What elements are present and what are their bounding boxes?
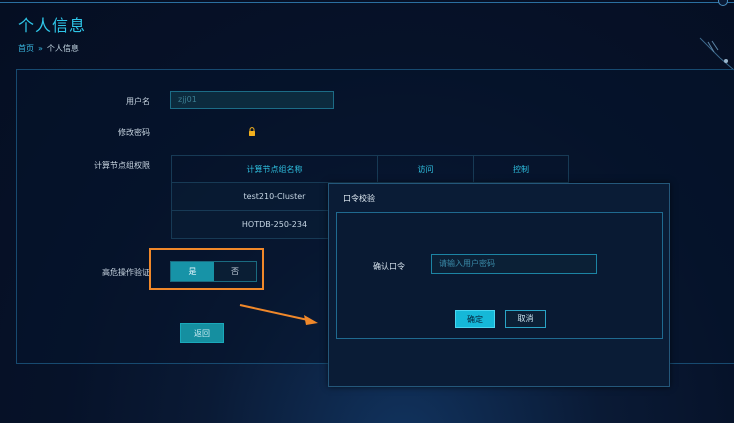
confirm-password-label: 确认口令: [373, 262, 405, 271]
back-button[interactable]: 返回: [180, 323, 224, 343]
lock-icon[interactable]: [248, 127, 256, 136]
username-input[interactable]: zjj01: [170, 91, 334, 109]
perm-label: 计算节点组权限: [94, 161, 150, 170]
high-risk-verify-label: 高危操作验证: [102, 268, 150, 277]
dialog-title: 口令校验: [343, 194, 375, 203]
page-title: 个人信息: [18, 16, 87, 35]
dialog-body: 确认口令 请输入用户密码 确定 取消: [336, 212, 663, 339]
table-header-row: 计算节点组名称 访问 控制: [171, 155, 569, 183]
change-password-label: 修改密码: [118, 128, 150, 137]
cancel-button[interactable]: 取消: [505, 310, 546, 328]
table-header: 访问: [377, 155, 474, 183]
table-header: 控制: [473, 155, 569, 183]
breadcrumb-current: 个人信息: [46, 44, 79, 53]
window-knob-icon: [718, 0, 728, 6]
top-border: [0, 0, 734, 6]
password-check-dialog: 口令校验 确认口令 请输入用户密码 确定 取消: [328, 183, 670, 387]
password-input[interactable]: 请输入用户密码: [431, 254, 597, 274]
breadcrumb-home[interactable]: 首页: [18, 44, 34, 53]
table-header: 计算节点组名称: [171, 155, 378, 183]
annotation-arrow-icon: [239, 304, 318, 325]
breadcrumb-separator-icon: »: [38, 44, 43, 53]
confirm-button[interactable]: 确定: [455, 310, 495, 328]
username-label: 用户名: [126, 97, 150, 106]
highlight-frame: [149, 248, 264, 290]
breadcrumb: 首页 » 个人信息: [18, 43, 79, 54]
